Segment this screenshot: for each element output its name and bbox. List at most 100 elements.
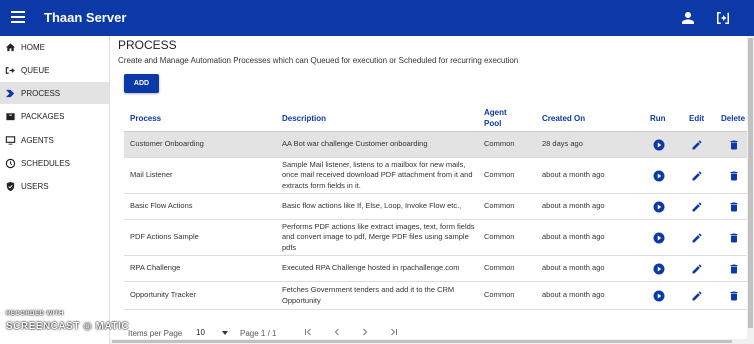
process-name: PDF Actions Sample: [130, 232, 199, 242]
delete-icon[interactable]: [728, 170, 740, 182]
sidebar-item-label: QUEUE: [21, 65, 50, 75]
screencast-watermark: RECORDED WITH SCREENCAST ◎ MATIC: [6, 311, 129, 332]
column-header-description[interactable]: Description: [282, 104, 326, 132]
process-icon: [4, 87, 16, 99]
run-icon[interactable]: [653, 290, 665, 302]
menu-icon[interactable]: [11, 11, 25, 25]
items-per-page-value: 10: [196, 328, 205, 337]
scrollbar-thumb[interactable]: [112, 340, 732, 343]
column-header-delete: Delete: [721, 113, 746, 123]
table-row[interactable]: Basic Flow Actions Basic flow actions li…: [124, 194, 754, 220]
table-header: Process Description Agent Pool Created O…: [124, 104, 754, 132]
process-name: Mail Listener: [130, 170, 173, 180]
table-row[interactable]: RPA Challenge Executed RPA Challenge hos…: [124, 256, 754, 282]
column-header-edit: Edit: [689, 113, 705, 123]
edit-icon[interactable]: [691, 170, 703, 182]
sidebar-item-label: USERS: [21, 181, 49, 191]
items-per-page-select[interactable]: 10: [192, 324, 234, 340]
run-icon[interactable]: [653, 170, 665, 182]
app-title: Thaan Server: [44, 10, 127, 25]
agent-pool: Common: [484, 139, 515, 149]
process-description: Performs PDF actions like extract images…: [282, 221, 475, 252]
package-icon: [4, 110, 16, 122]
main-content: PROCESS Create and Manage Automation Pro…: [110, 36, 754, 344]
first-page-icon[interactable]: [302, 326, 314, 338]
process-name: Opportunity Tracker: [130, 290, 196, 300]
table-row[interactable]: Customer Onboarding AA Bot war challenge…: [124, 132, 754, 158]
created-on: about a month ago: [542, 263, 605, 273]
delete-icon[interactable]: [728, 139, 740, 151]
run-icon[interactable]: [653, 263, 665, 275]
created-on: 28 days ago: [542, 139, 583, 149]
process-description: AA Bot war challenge Customer onboarding: [282, 139, 428, 149]
column-header-process[interactable]: Process: [130, 104, 161, 132]
horizontal-scrollbar[interactable]: [110, 339, 747, 344]
items-per-page-label: Items per Page: [128, 329, 183, 338]
agent-pool: Common: [484, 232, 515, 242]
created-on: about a month ago: [542, 170, 605, 180]
vertical-scrollbar[interactable]: [747, 36, 754, 344]
monitor-icon: [4, 134, 16, 146]
delete-icon[interactable]: [728, 201, 740, 213]
process-name: RPA Challenge: [130, 263, 181, 273]
logout-icon[interactable]: [714, 9, 732, 27]
sidebar: HOME QUEUE PROCESS PACKAGES AGENTS SCHED…: [0, 36, 110, 344]
sidebar-item-users[interactable]: USERS: [0, 175, 109, 197]
agent-pool: Common: [484, 290, 515, 300]
agent-pool: Common: [484, 201, 515, 211]
home-icon: [4, 41, 16, 53]
agent-pool: Common: [484, 170, 515, 180]
watermark-line1: RECORDED WITH: [6, 311, 64, 317]
sidebar-item-home[interactable]: HOME: [0, 36, 109, 58]
page-title: PROCESS: [118, 38, 177, 52]
edit-icon[interactable]: [691, 263, 703, 275]
table-row[interactable]: PDF Actions Sample Performs PDF actions …: [124, 220, 754, 256]
app-header: Thaan Server: [0, 0, 754, 36]
queue-icon: [4, 64, 16, 76]
sidebar-item-process[interactable]: PROCESS: [0, 82, 109, 104]
sidebar-item-label: AGENTS: [21, 135, 54, 145]
column-header-run: Run: [650, 113, 666, 123]
page-info: Page 1 / 1: [240, 329, 277, 338]
edit-icon[interactable]: [691, 139, 703, 151]
process-name: Customer Onboarding: [130, 139, 204, 149]
clock-icon: [4, 157, 16, 169]
edit-icon[interactable]: [691, 232, 703, 244]
add-button[interactable]: ADD: [124, 74, 159, 93]
previous-page-icon[interactable]: [331, 326, 343, 338]
delete-icon[interactable]: [728, 290, 740, 302]
created-on: about a month ago: [542, 290, 605, 300]
shield-icon: [4, 180, 16, 192]
sidebar-item-schedules[interactable]: SCHEDULES: [0, 152, 109, 174]
created-on: about a month ago: [542, 201, 605, 211]
sidebar-item-agents[interactable]: AGENTS: [0, 129, 109, 151]
delete-icon[interactable]: [728, 232, 740, 244]
scrollbar-thumb[interactable]: [748, 38, 753, 328]
run-icon[interactable]: [653, 139, 665, 151]
run-icon[interactable]: [653, 201, 665, 213]
next-page-icon[interactable]: [359, 326, 371, 338]
sidebar-item-label: PACKAGES: [21, 111, 65, 121]
table-row[interactable]: Mail Listener Sample Mail listener, list…: [124, 158, 754, 194]
watermark-line2: SCREENCAST ◎ MATIC: [6, 321, 130, 332]
sidebar-item-label: SCHEDULES: [21, 158, 70, 168]
chevron-down-icon: [222, 331, 228, 335]
edit-icon[interactable]: [691, 201, 703, 213]
sidebar-item-queue[interactable]: QUEUE: [0, 59, 109, 81]
table-row[interactable]: Opportunity Tracker Fetches Government t…: [124, 282, 754, 310]
column-header-created-on[interactable]: Created On: [542, 104, 585, 132]
delete-icon[interactable]: [728, 263, 740, 275]
person-icon[interactable]: [679, 9, 697, 27]
edit-icon[interactable]: [691, 290, 703, 302]
column-header-agent-pool[interactable]: Agent Pool: [484, 104, 518, 132]
process-description: Executed RPA Challenge hosted in rpachal…: [282, 263, 460, 273]
sidebar-item-packages[interactable]: PACKAGES: [0, 105, 109, 127]
agent-pool: Common: [484, 263, 515, 273]
last-page-icon[interactable]: [388, 326, 400, 338]
process-description: Basic flow actions like If, Else, Loop, …: [282, 201, 462, 211]
sidebar-item-label: PROCESS: [21, 88, 61, 98]
run-icon[interactable]: [653, 232, 665, 244]
process-name: Basic Flow Actions: [130, 201, 193, 211]
created-on: about a month ago: [542, 232, 605, 242]
sidebar-item-label: HOME: [21, 42, 45, 52]
